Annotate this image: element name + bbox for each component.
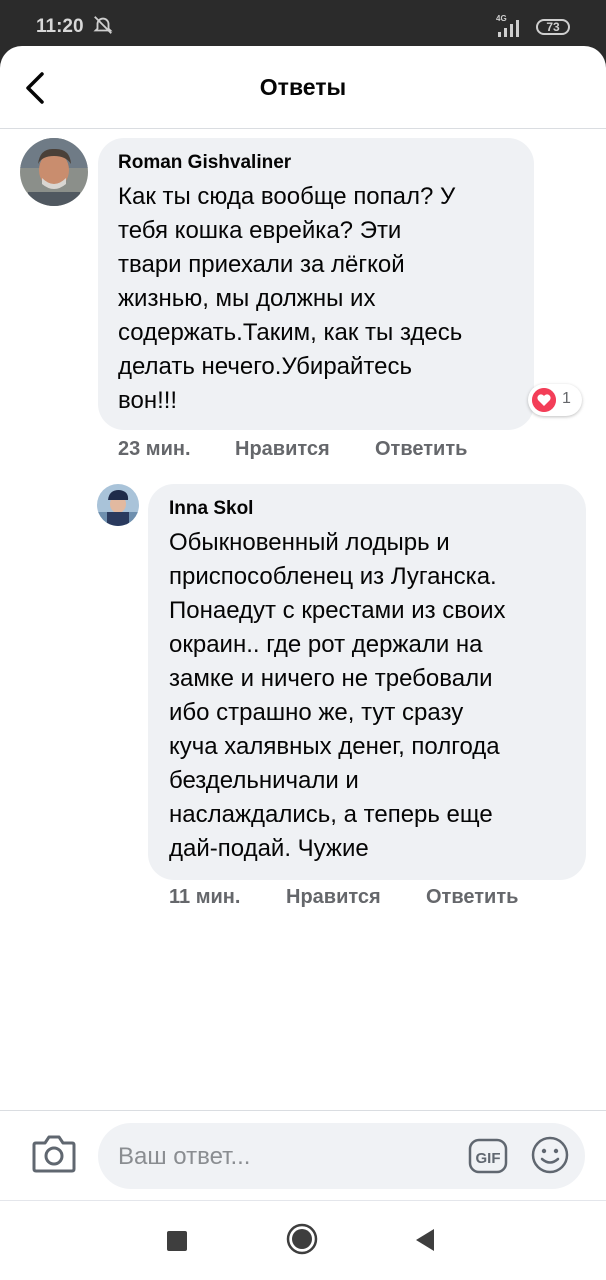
replies-sheet: Ответы Roman Gishvaliner Как ты сюда воо… [0,46,606,1280]
comment-text: Как ты сюда вообще попал? У тебя кошка е… [118,180,462,418]
comment-line: делать нечего.Убирайтесь [118,353,412,380]
comment-line: вон!!! [118,387,178,414]
avatar[interactable] [97,484,139,526]
comment-line: дай-подай. Чужие [169,835,369,862]
comment-text: Обыкновенный лодырь и приспособленец из … [169,526,506,866]
reply-composer: Ваш ответ... GIF [0,1110,606,1201]
comment-line: приспособленец из Луганска. [169,563,497,590]
comment-line: Понаедут с крестами из своих [169,597,506,624]
gif-icon[interactable]: GIF [468,1138,508,1174]
comment-line: Обыкновенный лодырь и [169,529,450,556]
comment-line: бездельничали и [169,767,359,794]
comment-author[interactable]: Inna Skol [169,498,253,520]
battery-level: 73 [546,20,560,34]
camera-icon[interactable] [30,1131,78,1175]
heart-reaction-icon [532,388,556,412]
comment-line: содержать.Таким, как ты здесь [118,319,463,346]
comment-line: твари приехали за лёгкой [118,251,405,278]
signal-icon [498,20,519,37]
nav-home-icon[interactable] [286,1223,318,1255]
comment-line: наслаждались, а теперь еще [169,801,493,828]
reply-input[interactable]: Ваш ответ... GIF [98,1123,585,1189]
avatar[interactable] [20,138,88,206]
page-title: Ответы [259,74,347,100]
comment-line: окраин.. где рот держали на [169,631,483,658]
reply-button[interactable]: Ответить [375,438,467,461]
reaction-count: 1 [562,390,571,407]
status-bar: 11:20 4G 73 [0,0,606,52]
comment-line: куча халявных денег, полгода [169,733,500,760]
nav-recents-icon[interactable] [167,1231,187,1251]
comment-bubble: Roman Gishvaliner Как ты сюда вообще поп… [98,138,534,430]
comment-line: Как ты сюда вообще попал? У [118,183,456,210]
nav-back-icon[interactable] [414,1227,436,1253]
comment-line: тебя кошка еврейка? Эти [118,217,402,244]
comment-line: жизнью, мы должны их [118,285,376,312]
gif-label: GIF [476,1150,501,1167]
comment-bubble: Inna Skol Обыкновенный лодырь и приспосо… [148,484,586,880]
comment-time: 23 мин. [118,438,191,460]
comment-time: 11 мин. [169,886,241,908]
reply-placeholder: Ваш ответ... [118,1143,251,1170]
reply-button[interactable]: Ответить [426,886,518,909]
comment-line: замке и ничего не требовали [169,665,493,692]
like-button[interactable]: Нравится [235,438,330,461]
system-nav-bar [0,1200,606,1280]
comment-line: ибо страшно же, тут сразу [169,699,464,726]
header: Ответы [0,46,606,129]
comment-author[interactable]: Roman Gishvaliner [118,152,291,174]
mute-icon [93,16,113,34]
reaction-badge[interactable]: 1 [528,384,582,416]
like-button[interactable]: Нравится [286,886,381,909]
battery-icon: 73 [536,19,570,35]
status-time: 11:20 [36,16,84,37]
emoji-icon[interactable] [530,1135,570,1175]
